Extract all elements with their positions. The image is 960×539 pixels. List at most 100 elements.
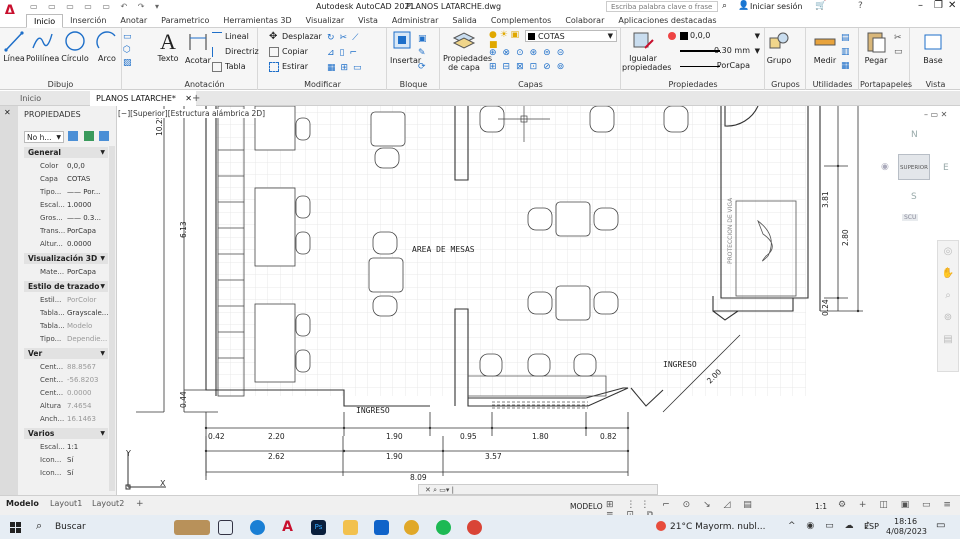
add-layout-button[interactable]: + xyxy=(136,499,144,509)
autocad-taskbar-icon[interactable]: A xyxy=(280,520,295,535)
chrome-icon[interactable] xyxy=(404,520,419,535)
chevron-down-icon[interactable]: ▼ xyxy=(100,281,105,292)
ribbon-tab-1[interactable]: Inserción xyxy=(63,14,113,28)
notifications-icon[interactable]: ▭ xyxy=(936,520,945,531)
drawing-canvas[interactable]: AREA DE MESAS INGRESO INGRESO PROTECCION… xyxy=(118,106,960,495)
chevron-down-icon[interactable]: ▼ xyxy=(100,147,105,158)
floor-plan[interactable]: AREA DE MESAS INGRESO INGRESO PROTECCION… xyxy=(118,106,960,495)
ribbon-tab-10[interactable]: Colaborar xyxy=(558,14,611,28)
command-line[interactable]: ✕ ⌕ ▭▾ | xyxy=(418,484,658,495)
property-row[interactable]: Trans... PorCapa xyxy=(24,225,108,238)
layer-dropdown[interactable]: COTAS ▼ xyxy=(525,30,617,42)
property-row[interactable]: Tabla... Grayscale... xyxy=(24,307,108,320)
quick-select-icon[interactable] xyxy=(99,131,109,141)
layout-tab-1[interactable]: Layout1 xyxy=(50,499,82,508)
grupo-button[interactable]: Grupo xyxy=(766,30,792,65)
tray-icons[interactable]: ^ ◉ ▭ ☁ ♪ xyxy=(788,521,874,531)
annotation-scale[interactable]: 1:1 xyxy=(815,502,827,511)
section-ver[interactable]: Ver ▼ xyxy=(24,348,108,359)
search-input[interactable]: Escriba palabra clave o frase xyxy=(606,1,718,12)
palette-handle[interactable] xyxy=(0,106,18,495)
navigation-bar[interactable]: ◎ ✋ ⌕ ⊚ ▤ xyxy=(937,240,959,372)
wcs-menu[interactable]: SCU xyxy=(902,214,919,221)
viewcube[interactable]: N E S ◉ SUPERIOR SCU xyxy=(880,130,950,230)
chevron-down-icon[interactable]: ▼ xyxy=(100,348,105,359)
section-estilo_trazado[interactable]: Estilo de trazado ▼ xyxy=(24,281,108,292)
tab-planos-latarche[interactable]: PLANOS LATARCHE* ✕ xyxy=(90,91,196,106)
property-row[interactable]: Tipo... Dependie... xyxy=(24,333,108,346)
quick-access-toolbar[interactable]: ▭ ▭ ▭ ▭ ▭ ↶ ↷ ▾ xyxy=(30,2,200,12)
property-row[interactable]: Altura 7.4654 xyxy=(24,400,108,413)
property-row[interactable]: Cent... -56.8203 xyxy=(24,374,108,387)
texto-button[interactable]: A Texto xyxy=(154,30,182,64)
model-space-toggle[interactable]: MODELO xyxy=(570,502,603,511)
property-row[interactable]: Color 0,0,0 xyxy=(24,160,108,173)
close-button[interactable]: ✕ xyxy=(948,0,956,11)
close-icon[interactable]: ✕ xyxy=(4,108,11,117)
utility-tools-small[interactable]: ▤ ▥ ▦ xyxy=(841,31,857,73)
insertar-button[interactable]: Insertar xyxy=(390,30,421,65)
polilinea-button[interactable]: Polilínea xyxy=(26,30,59,63)
spotify-icon[interactable] xyxy=(436,520,451,535)
linea-button[interactable]: Línea xyxy=(2,30,26,63)
circulo-button[interactable]: Círculo xyxy=(60,30,90,63)
draw-tools-small[interactable]: ▭ ⬡ ▨ xyxy=(123,31,151,71)
viewcube-face[interactable]: SUPERIOR xyxy=(898,154,930,180)
maximize-button[interactable]: ❐ xyxy=(934,0,943,11)
ribbon-tab-3[interactable]: Parametrico xyxy=(154,14,216,28)
panel-title-dibujo[interactable]: Dibujo xyxy=(0,80,121,89)
toggle-pickadd-icon[interactable] xyxy=(68,131,78,141)
section-general[interactable]: General ▼ xyxy=(24,147,108,158)
medir-button[interactable]: Medir xyxy=(811,30,839,65)
property-row[interactable]: Estil... PorColor xyxy=(24,294,108,307)
minimize-button[interactable]: – xyxy=(918,0,923,11)
property-row[interactable]: Icon... Sí xyxy=(24,454,108,467)
property-row[interactable]: Escal... 1:1 xyxy=(24,441,108,454)
estirar-button[interactable]: Estirar xyxy=(269,61,308,73)
panel-title-grupos[interactable]: Grupos xyxy=(766,80,805,89)
chevron-down-icon[interactable]: ▼ xyxy=(100,428,105,439)
property-row[interactable]: Cent... 0.0000 xyxy=(24,387,108,400)
block-tools-small[interactable]: ▣ ✎ ⟳ xyxy=(418,32,436,74)
tab-inicio[interactable]: Inicio xyxy=(14,91,47,106)
ribbon-tab-0[interactable]: Inicio xyxy=(26,14,64,28)
task-view-icon[interactable] xyxy=(218,520,233,535)
panel-title-portapapeles[interactable]: Portapapeles xyxy=(860,80,912,89)
clipboard-tools-small[interactable]: ✂ ▭ xyxy=(894,31,908,59)
copiar-button[interactable]: Copiar xyxy=(269,46,308,58)
cart-icon[interactable]: 🛒 xyxy=(815,1,826,11)
ribbon-tab-8[interactable]: Salida xyxy=(445,14,483,28)
cathedral-widget-icon[interactable] xyxy=(174,520,210,535)
panel-title-vista[interactable]: Vista xyxy=(911,80,960,89)
viewport-controls[interactable]: – ▭ ✕ xyxy=(924,110,947,119)
outlook-icon[interactable] xyxy=(374,520,389,535)
language-indicator[interactable]: ESP xyxy=(864,522,879,531)
photoshop-icon[interactable]: Ps xyxy=(311,520,326,535)
new-tab-button[interactable]: + xyxy=(186,91,206,106)
layout-tab-2[interactable]: Layout2 xyxy=(92,499,124,508)
acotar-button[interactable]: Acotar xyxy=(184,30,212,65)
base-button[interactable]: Base xyxy=(917,30,949,65)
chevron-down-icon[interactable]: ▼ xyxy=(100,253,105,264)
help-icon[interactable]: ? xyxy=(858,1,863,11)
tabla-button[interactable]: Tabla xyxy=(212,61,246,73)
modify-tools-small[interactable]: ↻✂⟋ ⊿▯⌐ ▦⊞▭ xyxy=(327,31,385,73)
lineal-button[interactable]: Lineal xyxy=(212,31,249,43)
layer-state-icons[interactable]: ● ☀ ▣ ■ xyxy=(489,30,525,50)
propiedades-capa-button[interactable]: Propiedades de capa xyxy=(443,30,492,72)
ribbon-tab-7[interactable]: Administrar xyxy=(385,14,446,28)
lineweight-dropdown[interactable]: 0.30 mm ▼ xyxy=(668,45,762,57)
ribbon-tab-6[interactable]: Vista xyxy=(351,14,385,28)
property-row[interactable]: Tipo... —— Por... xyxy=(24,186,108,199)
property-row[interactable]: Gros... —— 0.3... xyxy=(24,212,108,225)
panel-title-capas[interactable]: Capas xyxy=(441,80,620,89)
property-row[interactable]: Anch... 16.1463 xyxy=(24,413,108,426)
ribbon-tab-5[interactable]: Visualizar xyxy=(299,14,352,28)
panel-title-modificar[interactable]: Modificar xyxy=(259,80,386,89)
chrome-profile-icon[interactable] xyxy=(467,520,482,535)
property-row[interactable]: Cent... 88.8567 xyxy=(24,361,108,374)
panel-title-utilidades[interactable]: Utilidades xyxy=(807,80,858,89)
desplazar-button[interactable]: ✥ Desplazar xyxy=(269,31,322,43)
color-dropdown[interactable]: 0,0,0 ▼ xyxy=(668,30,762,42)
select-objects-icon[interactable] xyxy=(84,131,94,141)
